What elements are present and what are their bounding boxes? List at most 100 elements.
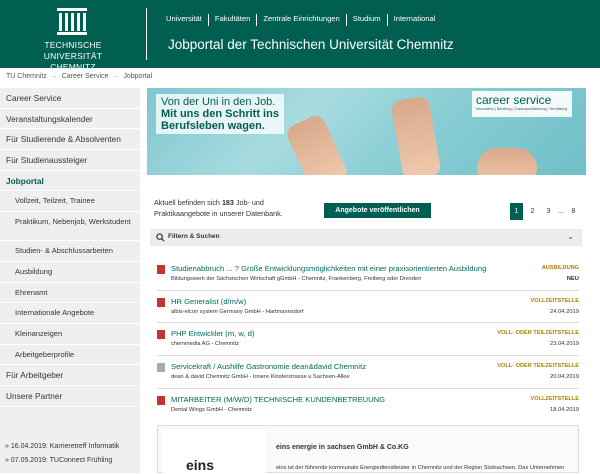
job-company: dean & david Chemnitz GmbH - Innere Klos… — [171, 374, 350, 380]
breadcrumb-tu-chemnitz[interactable]: TU Chemnitz — [6, 73, 47, 80]
job-date: 20.04.2019 — [549, 374, 579, 380]
job-row[interactable]: MITARBEITER (M/W/D) TECHNISCHE KUNDENBET… — [157, 394, 579, 424]
sidebar-item-arbeitgeberprofile[interactable]: Arbeitgeberprofile — [0, 345, 140, 366]
page-8[interactable]: 8 — [567, 203, 580, 220]
sidebar-item-ehrenamt[interactable]: Ehrenamt — [0, 283, 140, 304]
job-date: 24.04.2019 — [549, 309, 579, 315]
banner-slogan-line3: Berufsleben wagen. — [161, 120, 265, 132]
offer-count-number: 183 — [221, 198, 234, 207]
job-title[interactable]: HR Generalist (d/m/w) — [171, 297, 246, 306]
page-3[interactable]: 3 — [542, 203, 555, 220]
sidebar-item-praktikum[interactable]: Praktikum, Nebenjob, Werkstudent — [0, 212, 140, 242]
employer-logo: eins — [162, 429, 266, 474]
job-date: 23.04.2019 — [549, 341, 579, 347]
page-2[interactable]: 2 — [526, 203, 539, 220]
search-icon — [156, 233, 165, 242]
publish-offers-button[interactable]: Angebote veröffentlichen — [324, 203, 431, 218]
job-type: VOLL- ODER TEILZEITSTELLE — [497, 330, 579, 336]
sidebar-item-studierende-absolventen[interactable]: Für Studierende & Absolventen — [0, 129, 140, 151]
job-divider — [157, 290, 579, 291]
pdf-icon — [157, 330, 165, 339]
university-building-icon — [57, 8, 87, 35]
job-row[interactable]: Servicekraft / Aushilfe Gastronomie dean… — [157, 361, 579, 391]
news-list: » 16.04.2019: Karrieretreff Informatik »… — [0, 440, 140, 468]
topnav-studium[interactable]: Studium — [345, 14, 387, 26]
sidebar-item-studienaussteiger[interactable]: Für Studienaussteiger — [0, 150, 140, 171]
job-title[interactable]: Servicekraft / Aushilfe Gastronomie dean… — [171, 362, 366, 371]
job-type: VOLLZEITSTELLE — [530, 298, 579, 304]
sidebar-item-vollzeit[interactable]: Vollzeit, Teilzeit, Trainee — [0, 191, 140, 213]
sidebar-item-arbeitgeber[interactable]: Für Arbeitgeber — [0, 365, 140, 386]
banner-slogan-line2: Mit uns den Schritt ins — [161, 108, 279, 120]
breadcrumb-separator: → — [50, 73, 58, 80]
news-item[interactable]: » 07.05.2019: TUConnect Frühling — [0, 454, 140, 468]
pdf-icon — [157, 396, 165, 405]
page-ellipsis: ... — [558, 208, 564, 215]
breadcrumb-career-service[interactable]: Career Service — [62, 73, 109, 80]
breadcrumb: TU Chemnitz → Career Service → Jobportal — [6, 73, 152, 80]
job-divider — [157, 388, 579, 389]
sidebar-item-jobportal[interactable]: Jobportal — [0, 171, 140, 192]
top-navigation: Universität Fakultäten Zentrale Einricht… — [166, 14, 441, 26]
topnav-universitaet[interactable]: Universität — [166, 14, 208, 26]
pdf-icon — [157, 298, 165, 307]
job-date: NEU — [566, 276, 579, 282]
banner-leg-image — [284, 112, 350, 175]
sidebar-item-partner[interactable]: Unsere Partner — [0, 386, 140, 407]
employer-logo-text: eins — [186, 457, 215, 473]
employer-card[interactable]: eins eins energie in sachsen GmbH & Co.K… — [157, 425, 579, 474]
sidebar-item-veranstaltungskalender[interactable]: Veranstaltungskalender — [0, 109, 140, 130]
offer-count-prefix: Aktuell befinden sich — [154, 198, 220, 207]
university-name-line1: TECHNISCHE UNIVERSITÄT — [43, 40, 103, 61]
offer-count: Aktuell befinden sich 183 Job- und Prakt… — [154, 197, 304, 219]
breadcrumb-jobportal[interactable]: Jobportal — [123, 73, 152, 80]
career-service-title: career service — [476, 93, 552, 107]
job-row[interactable]: PHP Entwickler (m, w, d) chemmedia AG - … — [157, 328, 579, 358]
sidebar: Career Service Veranstaltungskalender Fü… — [0, 88, 140, 473]
job-type: VOLLZEITSTELLE — [530, 396, 579, 402]
document-icon — [157, 363, 165, 372]
job-title[interactable]: PHP Entwickler (m, w, d) — [171, 329, 254, 338]
topnav-fakultaeten[interactable]: Fakultäten — [207, 14, 256, 26]
job-row[interactable]: Studienabbruch ... ? Große Entwicklungsm… — [157, 263, 579, 293]
hero-banner: Von der Uni in den Job. Mit uns den Schr… — [147, 88, 586, 175]
breadcrumb-separator: → — [112, 73, 120, 80]
topnav-international[interactable]: International — [386, 14, 442, 26]
job-divider — [157, 355, 579, 356]
page-1[interactable]: 1 — [510, 203, 523, 220]
chevron-down-icon: ⌄ — [567, 232, 574, 241]
sidebar-item-career-service[interactable]: Career Service — [0, 88, 140, 109]
sidebar-item-kleinanzeigen[interactable]: Kleinanzeigen — [0, 324, 140, 345]
header-divider — [146, 8, 147, 60]
job-date: 18.04.2019 — [549, 407, 579, 413]
page-title: Jobportal der Technischen Universität Ch… — [168, 37, 454, 52]
sidebar-item-ausbildung[interactable]: Ausbildung — [0, 262, 140, 283]
sidebar-item-abschlussarbeiten[interactable]: Studien- & Abschlussarbeiten — [0, 241, 140, 262]
job-title[interactable]: MITARBEITER (M/W/D) TECHNISCHE KUNDENBET… — [171, 395, 385, 404]
job-company: Bildungswerk der Sächsischen Wirtschaft … — [171, 276, 422, 282]
job-type: VOLL- ODER TEILZEITSTELLE — [497, 363, 579, 369]
job-type: AUSBILDUNG — [541, 265, 579, 271]
news-item[interactable]: » 16.04.2019: Karrieretreff Informatik — [0, 440, 140, 454]
career-service-logo: career service Information | Beratung | … — [472, 91, 572, 117]
pdf-icon — [157, 265, 165, 274]
filter-search-toggle[interactable]: Filtern & Suchen ⌄ — [150, 229, 582, 246]
filter-label: Filtern & Suchen — [168, 233, 220, 240]
employer-description: eins ist der führende kommunale Energied… — [276, 465, 565, 471]
job-company: Dental Wings GmbH - Chemnitz — [171, 407, 252, 413]
job-title[interactable]: Studienabbruch ... ? Große Entwicklungsm… — [171, 264, 486, 273]
job-divider — [157, 322, 579, 323]
job-company: albis-elcon system Germany GmbH - Hartma… — [171, 309, 304, 315]
banner-slogan-line1: Von der Uni in den Job. — [161, 96, 276, 108]
university-logo[interactable]: TECHNISCHE UNIVERSITÄT CHEMNITZ — [16, 6, 130, 72]
topnav-zentrale-einrichtungen[interactable]: Zentrale Einrichtungen — [256, 14, 345, 26]
sidebar-item-internationale-angebote[interactable]: Internationale Angebote — [0, 303, 140, 324]
banner-leg-image — [477, 148, 537, 175]
banner-leg-image — [390, 95, 442, 175]
job-company: chemmedia AG - Chemnitz — [171, 341, 239, 347]
university-name: TECHNISCHE UNIVERSITÄT CHEMNITZ — [16, 40, 130, 73]
pagination: 1 2 3 ... 8 — [510, 203, 580, 220]
career-service-subtitle: Information | Beratung | Zusatzqualifizi… — [476, 107, 568, 111]
employer-name[interactable]: eins energie in sachsen GmbH & Co.KG — [276, 444, 409, 451]
site-header: TECHNISCHE UNIVERSITÄT CHEMNITZ Universi… — [0, 0, 600, 72]
